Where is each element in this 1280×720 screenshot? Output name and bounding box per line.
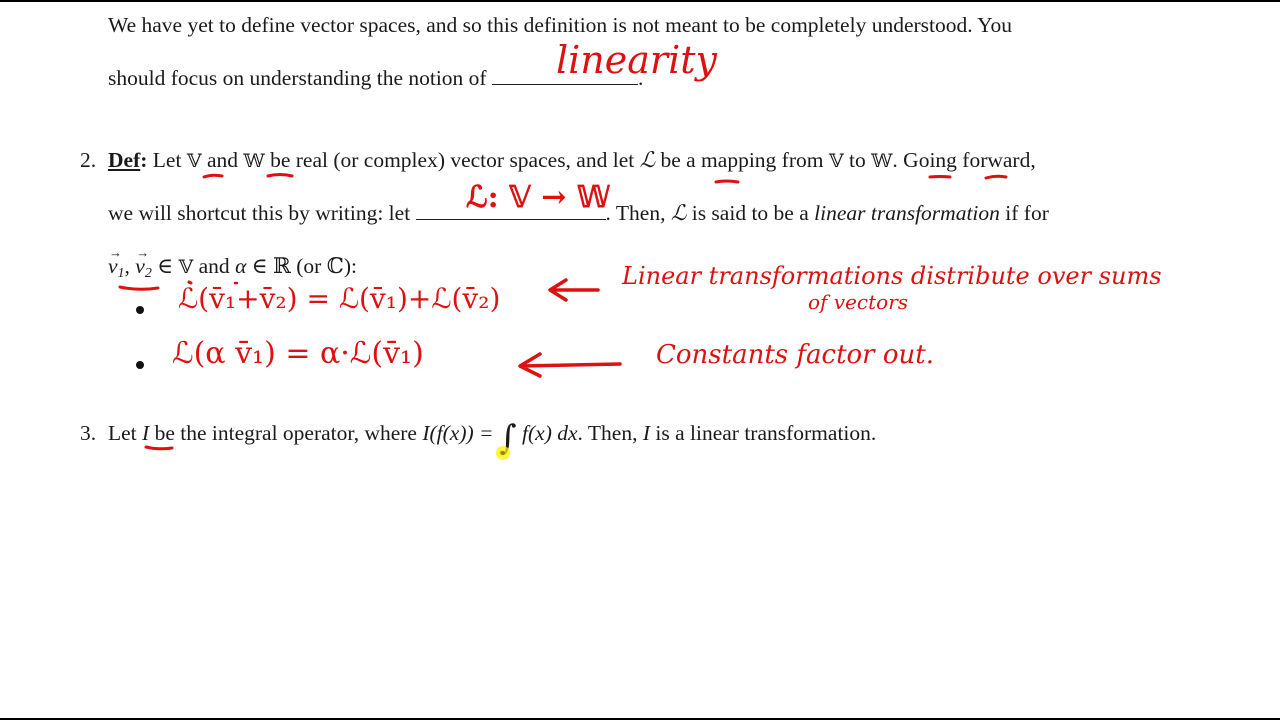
underline-W-2 — [984, 174, 1008, 180]
underline-V — [202, 173, 224, 179]
text: . Then, — [577, 421, 643, 445]
formula-lhs: I(f(x)) = — [422, 421, 499, 445]
arrow-2-icon — [518, 352, 622, 378]
underline-v1-v2 — [118, 285, 160, 291]
item3-line: Let I be the integral operator, where I(… — [108, 419, 877, 455]
text: be the integral operator, where — [149, 421, 423, 445]
underline-L — [714, 179, 740, 184]
symbol-I: I — [642, 421, 650, 445]
item3-number: 3. — [80, 421, 97, 445]
formula-rhs: f(x) dx — [516, 421, 578, 445]
annotation-strokes — [118, 173, 1008, 451]
text: Let — [108, 421, 143, 445]
arrow-1-icon — [548, 278, 600, 302]
underline-W — [266, 173, 294, 178]
underline-V-3 — [187, 280, 193, 285]
underline-V-2 — [928, 175, 952, 179]
text: is a linear transformation. — [650, 421, 877, 445]
pointer-cursor-highlight — [496, 446, 510, 460]
